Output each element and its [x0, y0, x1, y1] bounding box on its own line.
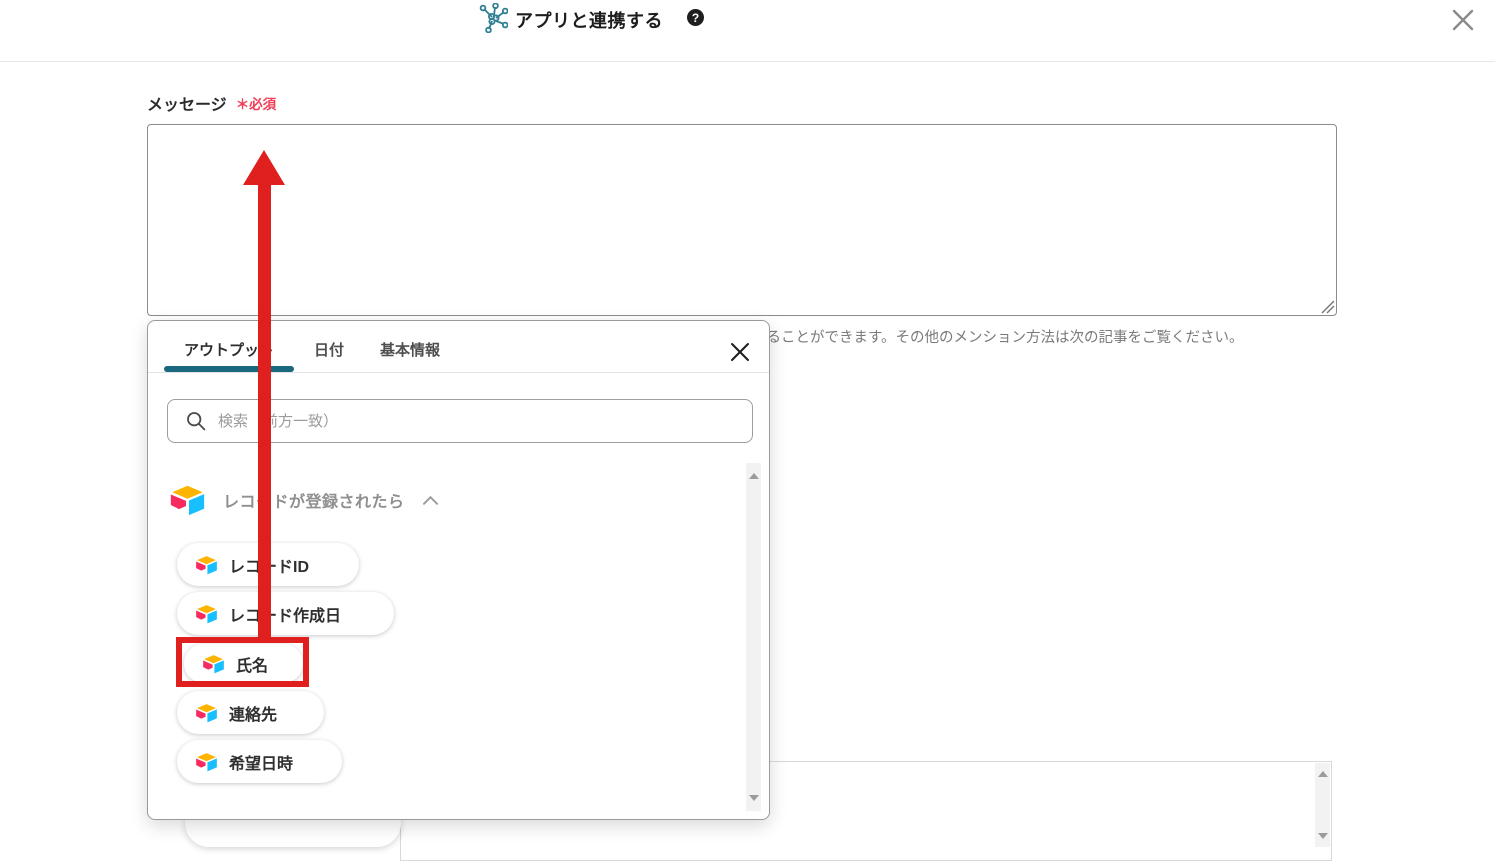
output-pill-preferred-datetime[interactable]: 希望日時: [177, 740, 342, 783]
tab-basic-info[interactable]: 基本情報: [380, 339, 440, 360]
trigger-group-row[interactable]: レコードが登録されたら: [169, 484, 438, 516]
tab-date[interactable]: 日付: [314, 339, 344, 360]
annotation-arrow-head-icon: [243, 150, 285, 185]
chevron-up-icon[interactable]: [422, 495, 438, 505]
required-badge: ＊必須: [235, 97, 277, 112]
mention-help-text: することができます。その他のメンション方法は次の記事をご覧ください。: [752, 330, 1244, 346]
app-icon: [169, 484, 206, 516]
scroll-up-icon[interactable]: [1317, 771, 1328, 777]
search-icon: [187, 412, 206, 431]
dialog-header: アプリと連携する ?: [0, 0, 1495, 62]
app-icon: [195, 555, 218, 575]
output-pill-contact[interactable]: 連絡先: [177, 691, 324, 734]
output-pill-label: レコード作成日: [229, 607, 342, 625]
close-icon[interactable]: [1447, 4, 1479, 36]
popup-scrollbar[interactable]: [746, 463, 761, 811]
message-field-label: メッセージ: [147, 97, 227, 114]
output-picker-popup: アウトプット 日付 基本情報 レコードが登録されたら レコードID レコード作成…: [147, 320, 770, 820]
annotation-highlight-rect: [176, 637, 309, 687]
tab-divider: [148, 372, 769, 373]
trigger-group-label: レコードが登録されたら: [223, 494, 405, 511]
app-icon: [195, 604, 218, 624]
secondary-scrollbar[interactable]: [1315, 763, 1330, 847]
search-box: [167, 399, 753, 443]
message-textarea[interactable]: [147, 124, 1337, 316]
app-icon: [195, 703, 218, 723]
output-pill-label: 連絡先: [229, 706, 278, 724]
dialog-title: アプリと連携する: [515, 11, 663, 31]
search-input[interactable]: [216, 411, 752, 431]
app-icon: [195, 752, 218, 772]
message-label-row: メッセージ ＊必須: [147, 91, 276, 115]
output-pill-record-created-date[interactable]: レコード作成日: [177, 592, 394, 635]
scroll-down-icon[interactable]: [748, 795, 759, 801]
help-icon[interactable]: ?: [687, 9, 704, 26]
scroll-down-icon[interactable]: [1317, 833, 1328, 839]
scroll-up-icon[interactable]: [748, 473, 759, 479]
output-pill-label: 希望日時: [229, 755, 294, 773]
popup-close-icon[interactable]: [728, 340, 752, 364]
integration-network-icon: [479, 3, 508, 33]
annotation-arrow-shaft: [258, 184, 271, 640]
